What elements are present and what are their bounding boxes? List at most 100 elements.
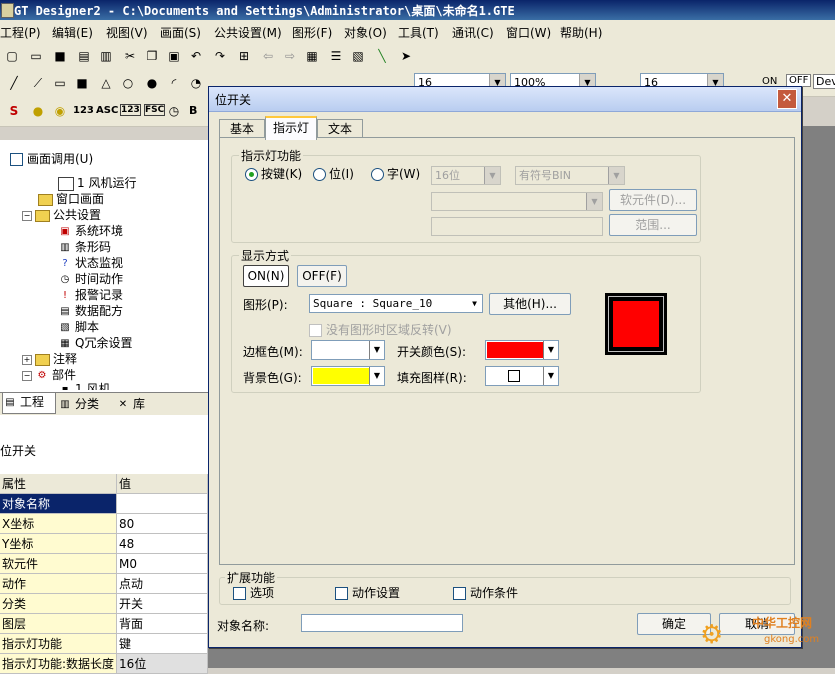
- barcode-object-icon[interactable]: B: [189, 104, 197, 117]
- prop-value[interactable]: 开关: [116, 593, 208, 614]
- menu-comm[interactable]: 通讯(C): [452, 24, 494, 41]
- sector-icon[interactable]: ◔: [188, 75, 204, 91]
- table-row[interactable]: 对象名称: [0, 493, 208, 514]
- tree-item-time-action[interactable]: ◷ 时间动作: [58, 270, 123, 287]
- menu-screen[interactable]: 画面(S): [160, 24, 201, 41]
- shape-select[interactable]: Square : Square_10 ▼: [309, 294, 483, 313]
- tree-item-barcode[interactable]: ▥ 条形码: [58, 238, 111, 255]
- on-state-button[interactable]: ON(N): [243, 265, 289, 287]
- action-condition-checkbox[interactable]: 动作条件: [453, 584, 518, 601]
- object-name-input[interactable]: [301, 614, 463, 632]
- triangle-icon[interactable]: △: [98, 75, 114, 91]
- prop-value[interactable]: 背面: [116, 613, 208, 634]
- tree-item-comments[interactable]: + 注释: [22, 350, 77, 367]
- prop-value[interactable]: 48: [116, 533, 208, 554]
- range-field[interactable]: [431, 217, 603, 236]
- tree-item-screen-1[interactable]: 1 风机运行: [58, 174, 136, 191]
- undo-icon[interactable]: ↶: [188, 48, 204, 64]
- table-row[interactable]: 指示灯功能键: [0, 633, 208, 654]
- frame-color-picker[interactable]: ▼: [311, 340, 385, 360]
- menu-object[interactable]: 对象(O): [344, 24, 387, 41]
- fill-pattern-picker[interactable]: ▼: [485, 366, 559, 386]
- tree-item-common-settings[interactable]: − 公共设置: [22, 206, 101, 223]
- table-row[interactable]: 分类 开关: [0, 593, 208, 614]
- close-button[interactable]: ✕: [777, 89, 797, 109]
- cut-icon[interactable]: ✂: [122, 48, 138, 64]
- menu-view[interactable]: 视图(V): [106, 24, 148, 41]
- tree-item-window-screen[interactable]: 窗口画面: [38, 190, 104, 207]
- select-arrow-icon[interactable]: ➤: [398, 48, 414, 64]
- tab-basic[interactable]: 基本: [219, 119, 265, 138]
- off-state-button[interactable]: OFF(F): [297, 265, 347, 287]
- bg-color-picker[interactable]: ▼: [311, 366, 385, 386]
- pen-icon[interactable]: ╲: [374, 48, 390, 64]
- filled-rect-icon[interactable]: ■: [74, 75, 90, 91]
- list-icon[interactable]: ☰: [328, 48, 344, 64]
- radio-word[interactable]: 字(W): [371, 165, 420, 182]
- tree-item-recipe[interactable]: ▤ 数据配方: [58, 302, 123, 319]
- table-row[interactable]: 图层 背面: [0, 613, 208, 634]
- prop-value[interactable]: [116, 493, 208, 514]
- line-icon[interactable]: ╱: [6, 75, 22, 91]
- options-checkbox[interactable]: 选项: [233, 584, 274, 601]
- cursor-icon[interactable]: ⊞: [236, 48, 252, 64]
- filled-circle-icon[interactable]: ●: [144, 75, 160, 91]
- tree-item-script[interactable]: ▧ 脚本: [58, 318, 99, 335]
- tree-item-redundancy[interactable]: ▦ Q冗余设置: [58, 334, 132, 351]
- menu-project[interactable]: 工程(P): [0, 24, 41, 41]
- new-file-icon[interactable]: ▢: [4, 48, 20, 64]
- expand-icon[interactable]: +: [22, 354, 32, 365]
- switch-color-picker[interactable]: ▼: [485, 340, 559, 360]
- prop-value[interactable]: 键: [116, 633, 208, 654]
- menu-window[interactable]: 窗口(W): [506, 24, 551, 41]
- ascii-display-icon[interactable]: ASC: [96, 105, 118, 116]
- table-row[interactable]: 动作 点动: [0, 573, 208, 594]
- tree-item-status-monitor[interactable]: ? 状态监视: [58, 254, 123, 271]
- tree-item-part-1[interactable]: ▪ 1 风机: [58, 380, 111, 390]
- table-row[interactable]: 指示灯功能:数据长度 16位: [0, 653, 208, 674]
- lamp-object-icon[interactable]: ●: [30, 103, 46, 119]
- tree-item-alarm-log[interactable]: ! 报警记录: [58, 286, 123, 303]
- print-preview-icon[interactable]: ▥: [98, 48, 114, 64]
- area-reverse-checkbox[interactable]: 没有图形时区域反转(V): [309, 321, 452, 338]
- open-folder-icon[interactable]: ▭: [28, 48, 44, 64]
- screen-call-checkbox[interactable]: 画面调用(U): [10, 150, 93, 167]
- bit-length-select[interactable]: 16位 ▼: [431, 166, 501, 185]
- switch-object-icon[interactable]: S: [6, 103, 22, 119]
- tab-indicator[interactable]: 指示灯: [265, 116, 317, 140]
- numeric-display-icon[interactable]: 123: [73, 105, 94, 116]
- table-row[interactable]: Y坐标 48: [0, 533, 208, 554]
- rectangle-icon[interactable]: ▭: [52, 75, 68, 91]
- forward-icon[interactable]: ⇨: [282, 48, 298, 64]
- circle-icon[interactable]: ○: [120, 75, 136, 91]
- back-icon[interactable]: ⇦: [260, 48, 276, 64]
- menu-edit[interactable]: 编辑(E): [52, 24, 93, 41]
- menu-help[interactable]: 帮助(H): [560, 24, 602, 41]
- collapse-icon[interactable]: −: [22, 370, 32, 381]
- tab-text[interactable]: 文本: [317, 119, 363, 138]
- polyline-icon[interactable]: ⟋: [30, 75, 46, 91]
- menu-tools[interactable]: 工具(T): [398, 24, 439, 41]
- collapse-icon[interactable]: −: [22, 210, 32, 221]
- radio-key[interactable]: 按键(K): [245, 165, 302, 182]
- tree-item-system-env[interactable]: ▣ 系统环境: [58, 222, 123, 239]
- clock-icon[interactable]: ◷: [166, 103, 182, 119]
- radio-bit[interactable]: 位(I): [313, 165, 354, 182]
- other-button[interactable]: 其他(H)...: [489, 293, 571, 315]
- prop-value[interactable]: 16位: [116, 653, 208, 674]
- table-row[interactable]: 软元件 M0: [0, 553, 208, 574]
- print-icon[interactable]: ▤: [76, 48, 92, 64]
- range-button[interactable]: 范围...: [609, 214, 697, 236]
- prop-value[interactable]: 点动: [116, 573, 208, 594]
- tab-library[interactable]: ✕ 库: [116, 395, 170, 413]
- device-button[interactable]: 软元件(D)...: [609, 189, 697, 211]
- lamp2-object-icon[interactable]: ◉: [52, 103, 68, 119]
- tab-project[interactable]: ▤ 工程: [2, 393, 56, 414]
- fsc-icon[interactable]: FSC: [144, 104, 166, 116]
- menu-figure[interactable]: 图形(F): [292, 24, 332, 41]
- paste-icon[interactable]: ▣: [166, 48, 182, 64]
- device-select[interactable]: Dev: [813, 74, 835, 89]
- table-row[interactable]: X坐标 80: [0, 513, 208, 534]
- prop-value[interactable]: M0: [116, 553, 208, 574]
- redo-icon[interactable]: ↷: [212, 48, 228, 64]
